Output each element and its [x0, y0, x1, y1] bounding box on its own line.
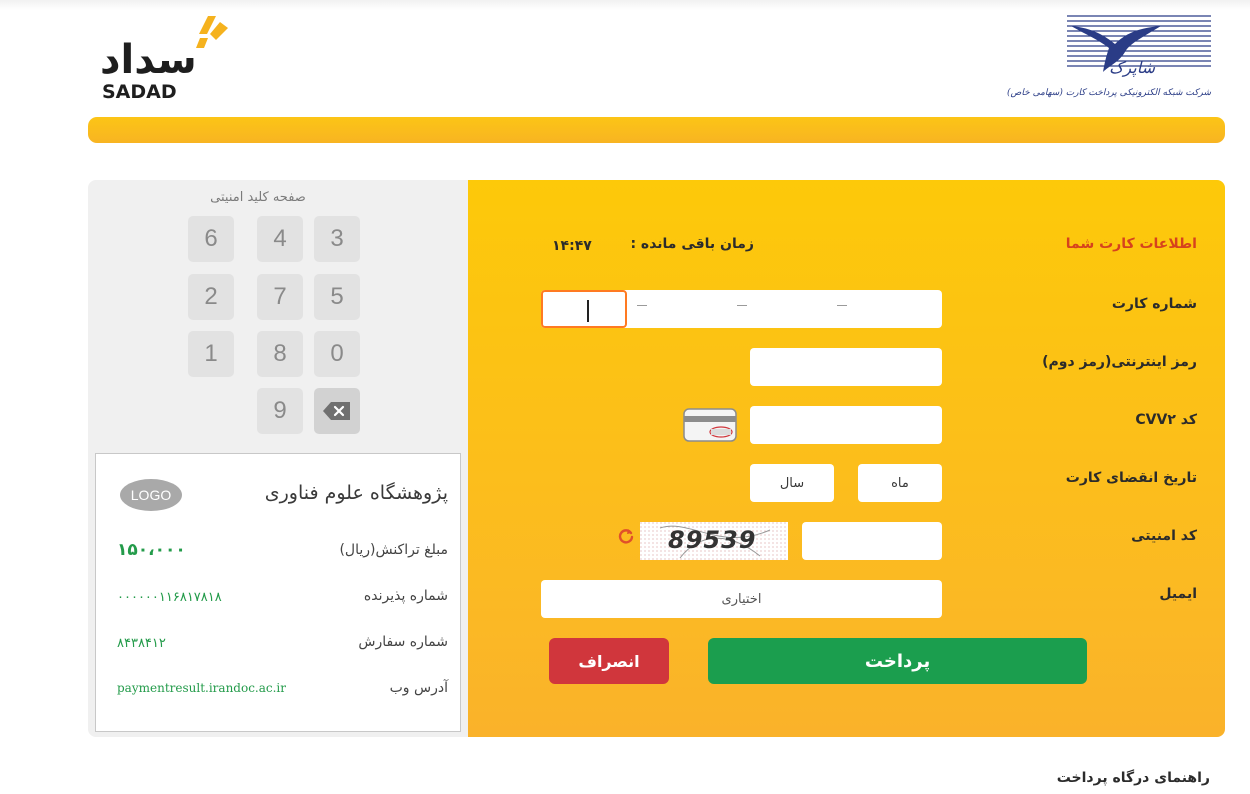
top-shade: [0, 0, 1250, 10]
card-number-separator: [737, 305, 747, 306]
acceptor-label: شماره پذیرنده: [363, 588, 448, 604]
keypad-key[interactable]: 1: [188, 331, 234, 377]
web-address-label: آدرس وب: [389, 680, 448, 696]
keypad-key[interactable]: 4: [257, 216, 303, 262]
shaparak-name: شاپرک: [1109, 58, 1155, 77]
merchant-info-box: LOGO پژوهشگاه علوم فناوری مبلغ تراکنش(ری…: [95, 453, 461, 732]
card-number-separator: [637, 305, 647, 306]
payment-guide-title: راهنمای درگاه پرداخت: [1056, 770, 1210, 786]
card-number-label: شماره کارت: [1111, 296, 1197, 312]
keypad-title: صفحه کلید امنیتی: [210, 190, 306, 205]
text-caret: [587, 300, 589, 322]
header-accent-bar: [88, 117, 1225, 143]
merchant-logo: LOGO: [120, 479, 182, 511]
amount-label: مبلغ تراکنش(ریال): [339, 542, 448, 558]
keypad-key[interactable]: 0: [314, 331, 360, 377]
card-info-title: اطلاعات کارت شما: [1065, 236, 1197, 252]
password-label: رمز اینترنتی(رمز دوم): [1042, 354, 1197, 370]
sadad-logo-latin: SADAD: [102, 81, 177, 103]
sadad-logo-persian: سداد: [100, 37, 199, 83]
captcha-text: 89539: [668, 526, 757, 554]
web-address-value: paymentresult.irandoc.ac.ir: [117, 681, 287, 695]
card-form-panel: اطلاعات کارت شما زمان باقی مانده : ۱۴:۴۷…: [468, 180, 1225, 737]
email-field[interactable]: اختیاری: [541, 580, 942, 618]
payment-gateway-page: سداد SADAD شاپرک شرکت شبکه الکترونیکی پر…: [0, 0, 1250, 794]
sadad-logo: سداد SADAD: [100, 14, 240, 104]
keypad-key[interactable]: 5: [314, 274, 360, 320]
expiry-month-field[interactable]: ماه: [858, 464, 942, 502]
password-field[interactable]: [750, 348, 942, 386]
keypad-key[interactable]: 3: [314, 216, 360, 262]
cvv-card-icon: [683, 408, 737, 442]
keypad-key[interactable]: 6: [188, 216, 234, 262]
sadad-mark-icon: [196, 16, 228, 48]
order-label: شماره سفارش: [358, 634, 448, 650]
expiry-year-field[interactable]: سال: [750, 464, 834, 502]
keypad-key[interactable]: 9: [257, 388, 303, 434]
timer-label: زمان باقی مانده :: [630, 236, 754, 252]
card-number-field[interactable]: [541, 290, 942, 328]
shaparak-subtitle: شرکت شبکه الکترونیکی پرداخت کارت (سهامی …: [1007, 88, 1211, 98]
keypad-backspace-button[interactable]: [314, 388, 360, 434]
keypad-key[interactable]: 2: [188, 274, 234, 320]
pay-button[interactable]: پرداخت: [708, 638, 1087, 684]
order-value: ۸۴۳۸۴۱۲: [117, 636, 166, 651]
cvv2-label: کد CVV۲: [1135, 412, 1197, 428]
keypad-key[interactable]: 8: [257, 331, 303, 377]
keypad-key[interactable]: 7: [257, 274, 303, 320]
cvv2-field[interactable]: [750, 406, 942, 444]
left-panel: صفحه کلید امنیتی 3 4 6 5 7 2 0 8 1 9 LOG…: [88, 180, 468, 737]
acceptor-value: ۰۰۰۰۰۰۱۱۶۸۱۷۸۱۸: [117, 590, 222, 605]
backspace-icon: [323, 402, 350, 420]
cancel-button[interactable]: انصراف: [549, 638, 669, 684]
merchant-name: پژوهشگاه علوم فناوری: [264, 482, 448, 504]
captcha-label: کد امنیتی: [1131, 528, 1197, 544]
card-number-segment-1[interactable]: [541, 290, 627, 328]
card-number-separator: [837, 305, 847, 306]
captcha-image: 89539: [640, 522, 788, 560]
captcha-input[interactable]: [802, 522, 942, 560]
expiry-label: تاریخ انقضای کارت: [1065, 470, 1197, 486]
email-label: ایمیل: [1159, 586, 1197, 602]
amount-value: ۱۵۰،۰۰۰: [117, 540, 186, 560]
shaparak-logo: شاپرک شرکت شبکه الکترونیکی پرداخت کارت (…: [1007, 14, 1215, 104]
refresh-captcha-icon[interactable]: [618, 528, 634, 544]
timer-value: ۱۴:۴۷: [552, 238, 592, 254]
